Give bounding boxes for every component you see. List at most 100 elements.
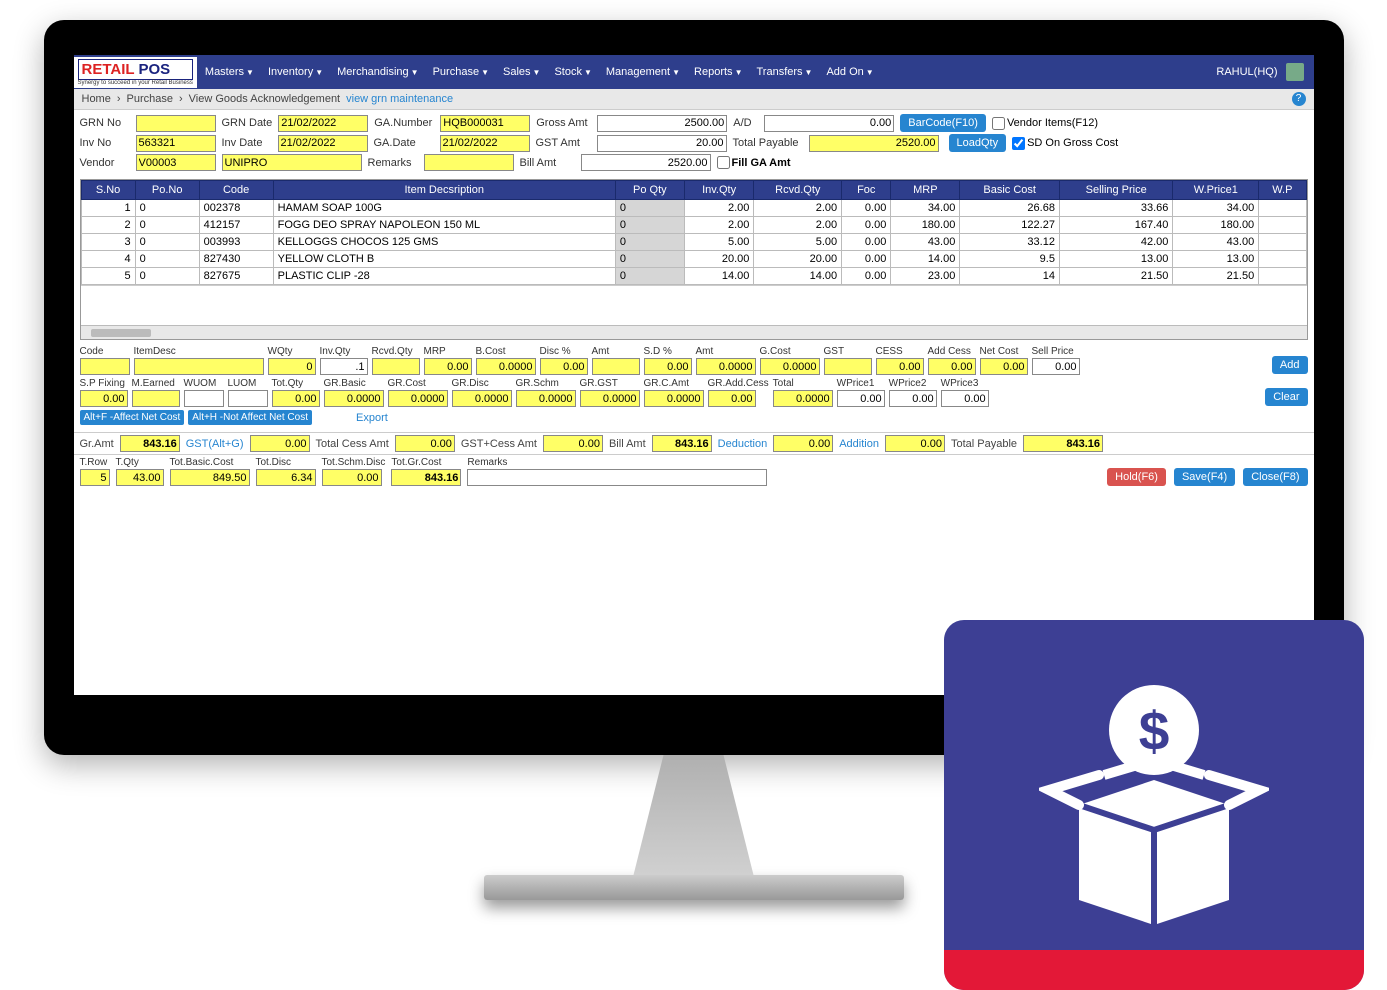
grid-header[interactable]: Code — [199, 181, 273, 200]
crumb-purchase[interactable]: Purchase — [127, 93, 173, 105]
grschm-input[interactable] — [516, 390, 576, 407]
total-payable-input[interactable] — [809, 135, 939, 152]
vendor-code-input[interactable] — [136, 154, 216, 171]
grid-header[interactable]: Rcvd.Qty — [754, 181, 842, 200]
wprice3-input[interactable] — [941, 390, 989, 407]
alth-shortcut[interactable]: Alt+H -Not Affect Net Cost — [188, 410, 312, 425]
grid-header[interactable]: Item Decsription — [273, 181, 615, 200]
table-row[interactable]: 20412157FOGG DEO SPRAY NAPOLEON 150 ML02… — [81, 217, 1306, 234]
grcost-input[interactable] — [388, 390, 448, 407]
grid-header[interactable]: MRP — [891, 181, 960, 200]
entry-sdpct-input[interactable] — [644, 358, 692, 375]
gst-link[interactable]: GST(Alt+G) — [186, 438, 244, 450]
hold-button[interactable]: Hold(F6) — [1107, 468, 1166, 486]
remarks-input[interactable] — [424, 154, 514, 171]
nav-purchase[interactable]: Purchase▼ — [433, 66, 489, 78]
entry-netcost-input[interactable] — [980, 358, 1028, 375]
grdisc-input[interactable] — [452, 390, 512, 407]
crumb-view-ga[interactable]: View Goods Acknowledgement — [189, 93, 340, 105]
add-button[interactable]: Add — [1272, 356, 1308, 374]
link-view-grn[interactable]: view grn maintenance — [346, 93, 453, 105]
nav-management[interactable]: Management▼ — [606, 66, 680, 78]
entry-code-input[interactable] — [80, 358, 130, 375]
grbasic-input[interactable] — [324, 390, 384, 407]
entry-addcess-input[interactable] — [928, 358, 976, 375]
grid-header[interactable]: Po.No — [135, 181, 199, 200]
wuom-input[interactable] — [184, 390, 224, 407]
nav-reports[interactable]: Reports▼ — [694, 66, 742, 78]
ad-input[interactable] — [764, 115, 894, 132]
remarks2-input[interactable] — [467, 469, 767, 486]
grid-header[interactable]: W.Price1 — [1173, 181, 1259, 200]
grn-no-input[interactable] — [136, 115, 216, 132]
grn-date-input[interactable] — [278, 115, 368, 132]
close-button[interactable]: Close(F8) — [1243, 468, 1307, 486]
grcamt-input[interactable] — [644, 390, 704, 407]
grid-horizontal-scrollbar[interactable] — [81, 325, 1307, 339]
altf-shortcut[interactable]: Alt+F -Affect Net Cost — [80, 410, 185, 425]
table-row[interactable]: 30003993KELLOGGS CHOCOS 125 GMS05.005.00… — [81, 234, 1306, 251]
wprice1-input[interactable] — [837, 390, 885, 407]
entry-invqty-input[interactable] — [320, 358, 368, 375]
inv-no-input[interactable] — [136, 135, 216, 152]
grid-header[interactable]: Selling Price — [1059, 181, 1172, 200]
save-button[interactable]: Save(F4) — [1174, 468, 1235, 486]
entry-gst-input[interactable] — [824, 358, 872, 375]
entry-itemdesc-input[interactable] — [134, 358, 264, 375]
grid-header[interactable]: Inv.Qty — [684, 181, 754, 200]
entry-wqty-input[interactable] — [268, 358, 316, 375]
entry-gcost-input[interactable] — [760, 358, 820, 375]
loadqty-button[interactable]: LoadQty — [949, 134, 1007, 152]
entry-mrp-input[interactable] — [424, 358, 472, 375]
table-row[interactable]: 50827675PLASTIC CLIP -28014.0014.000.002… — [81, 268, 1306, 285]
ga-number-input[interactable] — [440, 115, 530, 132]
grid-header[interactable]: Po Qty — [615, 181, 684, 200]
fill-ga-checkbox[interactable]: Fill GA Amt — [717, 156, 791, 169]
vendor-items-checkbox[interactable]: Vendor Items(F12) — [992, 117, 1098, 130]
user-avatar-icon[interactable] — [1286, 63, 1304, 81]
nav-stock[interactable]: Stock▼ — [554, 66, 591, 78]
wprice2-input[interactable] — [889, 390, 937, 407]
grgst-input[interactable] — [580, 390, 640, 407]
table-row[interactable]: 10002378HAMAM SOAP 100G02.002.000.0034.0… — [81, 200, 1306, 217]
table-row[interactable]: 40827430YELLOW CLOTH B020.0020.000.0014.… — [81, 251, 1306, 268]
mearned-input[interactable] — [132, 390, 180, 407]
graddcess-input[interactable] — [708, 390, 756, 407]
total-input[interactable] — [773, 390, 833, 407]
barcode-button[interactable]: BarCode(F10) — [900, 114, 986, 132]
grid-header[interactable]: Basic Cost — [960, 181, 1060, 200]
nav-inventory[interactable]: Inventory▼ — [268, 66, 323, 78]
entry-cess-input[interactable] — [876, 358, 924, 375]
grid-header[interactable]: Foc — [842, 181, 891, 200]
grid-header[interactable]: W.P — [1259, 181, 1306, 200]
addition-link[interactable]: Addition — [839, 438, 879, 450]
bill-amt-input[interactable] — [581, 154, 711, 171]
help-icon[interactable]: ? — [1292, 92, 1306, 106]
nav-merchandising[interactable]: Merchandising▼ — [337, 66, 418, 78]
nav-masters[interactable]: Masters▼ — [205, 66, 254, 78]
vendor-name-input[interactable] — [222, 154, 362, 171]
gross-amt-input[interactable] — [597, 115, 727, 132]
spfixing-input[interactable] — [80, 390, 128, 407]
totpay-value — [1023, 435, 1103, 452]
entry-bcost-input[interactable] — [476, 358, 536, 375]
entry-sellprice-input[interactable] — [1032, 358, 1080, 375]
entry-rcvdqty-input[interactable] — [372, 358, 420, 375]
grid-header[interactable]: S.No — [81, 181, 135, 200]
entry-amt2-input[interactable] — [696, 358, 756, 375]
nav-addon[interactable]: Add On▼ — [826, 66, 873, 78]
totqty-input[interactable] — [272, 390, 320, 407]
luom-input[interactable] — [228, 390, 268, 407]
export-link[interactable]: Export — [356, 412, 388, 424]
entry-discpct-input[interactable] — [540, 358, 588, 375]
nav-sales[interactable]: Sales▼ — [503, 66, 540, 78]
deduction-link[interactable]: Deduction — [718, 438, 768, 450]
crumb-home[interactable]: Home — [82, 93, 111, 105]
clear-button[interactable]: Clear — [1265, 388, 1307, 406]
gst-amt-input[interactable] — [597, 135, 727, 152]
inv-date-input[interactable] — [278, 135, 368, 152]
ga-date-input[interactable] — [440, 135, 530, 152]
sd-gross-checkbox[interactable]: SD On Gross Cost — [1012, 137, 1118, 150]
nav-transfers[interactable]: Transfers▼ — [756, 66, 812, 78]
entry-amt-input[interactable] — [592, 358, 640, 375]
